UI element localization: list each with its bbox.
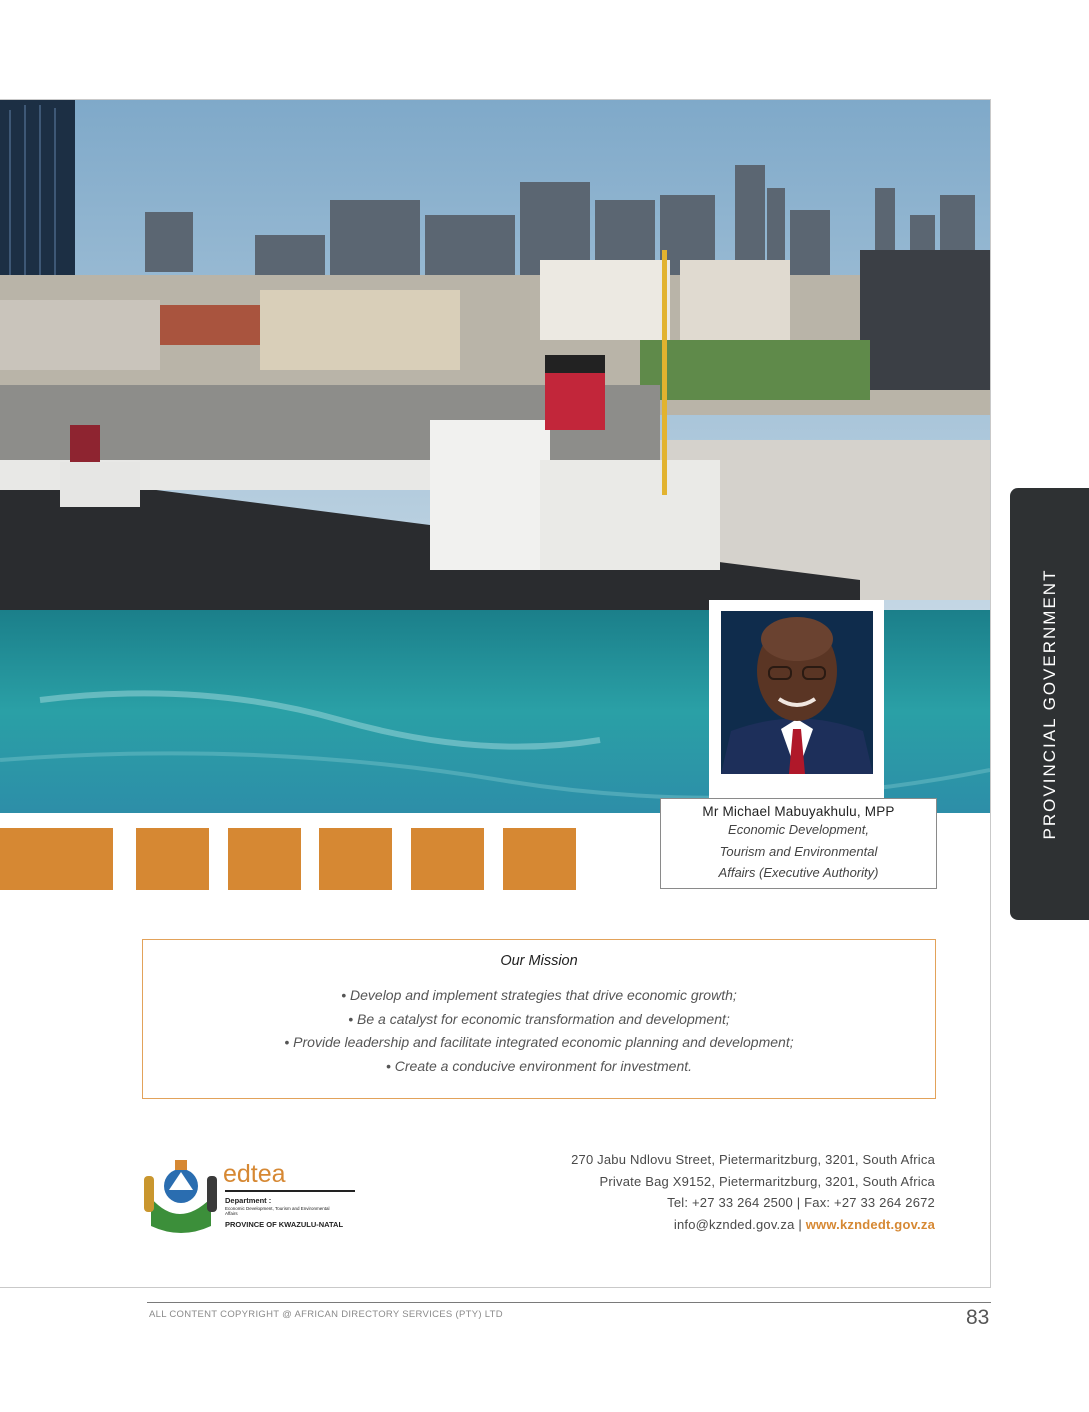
orange-block bbox=[0, 828, 113, 890]
orange-block bbox=[411, 828, 484, 890]
contact-block: 270 Jabu Ndlovu Street, Pietermaritzburg… bbox=[571, 1149, 935, 1235]
section-tab[interactable]: PROVINCIAL GOVERNMENT bbox=[1010, 488, 1089, 920]
mission-box: Our Mission • Develop and implement stra… bbox=[142, 939, 936, 1099]
official-role-line: Tourism and Environmental bbox=[719, 843, 878, 859]
postal-address: Private Bag X9152, Pietermaritzburg, 320… bbox=[599, 1173, 935, 1189]
official-role-line: Affairs (Executive Authority) bbox=[718, 865, 879, 880]
footer-divider bbox=[147, 1302, 991, 1303]
section-tab-label: PROVINCIAL GOVERNMENT bbox=[1039, 568, 1059, 840]
separator: | bbox=[794, 1216, 806, 1232]
portrait-photo bbox=[721, 611, 873, 774]
page-number: 83 bbox=[966, 1306, 990, 1329]
copyright-notice: ALL CONTENT COPYRIGHT @ AFRICAN DIRECTOR… bbox=[149, 1309, 503, 1320]
mission-item: • Create a conducive environment for inv… bbox=[385, 1057, 693, 1074]
logo-department-name: Economic Development, Tourism and Enviro… bbox=[225, 1206, 330, 1216]
web-contact-line: info@kznded.gov.za | www.kzndedt.gov.za bbox=[571, 1214, 935, 1236]
phone-fax: Tel: +27 33 264 2500 | Fax: +27 33 264 2… bbox=[667, 1195, 935, 1210]
logo-brand: edtea bbox=[223, 1160, 286, 1188]
orange-block bbox=[503, 828, 576, 890]
orange-block bbox=[136, 828, 209, 890]
official-name: Mr Michael Mabuyakhulu, MPP bbox=[702, 804, 895, 819]
street-address: 270 Jabu Ndlovu Street, Pietermaritzburg… bbox=[571, 1152, 935, 1167]
orange-block bbox=[228, 828, 301, 890]
logo-department: Department : bbox=[225, 1196, 272, 1205]
website-link[interactable]: www.kzndedt.gov.za bbox=[806, 1217, 935, 1232]
email-link[interactable]: info@kznded.gov.za bbox=[674, 1217, 795, 1232]
mission-item: • Develop and implement strategies that … bbox=[341, 987, 737, 1003]
edtea-logo: edtea Department : Economic Development,… bbox=[141, 1158, 363, 1238]
mission-title: Our Mission bbox=[500, 953, 578, 969]
orange-block bbox=[319, 828, 392, 890]
coat-of-arms-icon bbox=[144, 1160, 217, 1233]
mission-item: • Be a catalyst for economic transformat… bbox=[348, 1010, 730, 1027]
logo-province: PROVINCE OF KWAZULU-NATAL bbox=[225, 1220, 344, 1229]
official-role-line: Economic Development, bbox=[728, 822, 869, 837]
portrait-caption: Mr Michael Mabuyakhulu, MPP Economic Dev… bbox=[660, 798, 937, 889]
mission-list: • Develop and implement strategies that … bbox=[143, 984, 935, 1078]
mission-item: • Provide leadership and facilitate inte… bbox=[284, 1034, 794, 1050]
